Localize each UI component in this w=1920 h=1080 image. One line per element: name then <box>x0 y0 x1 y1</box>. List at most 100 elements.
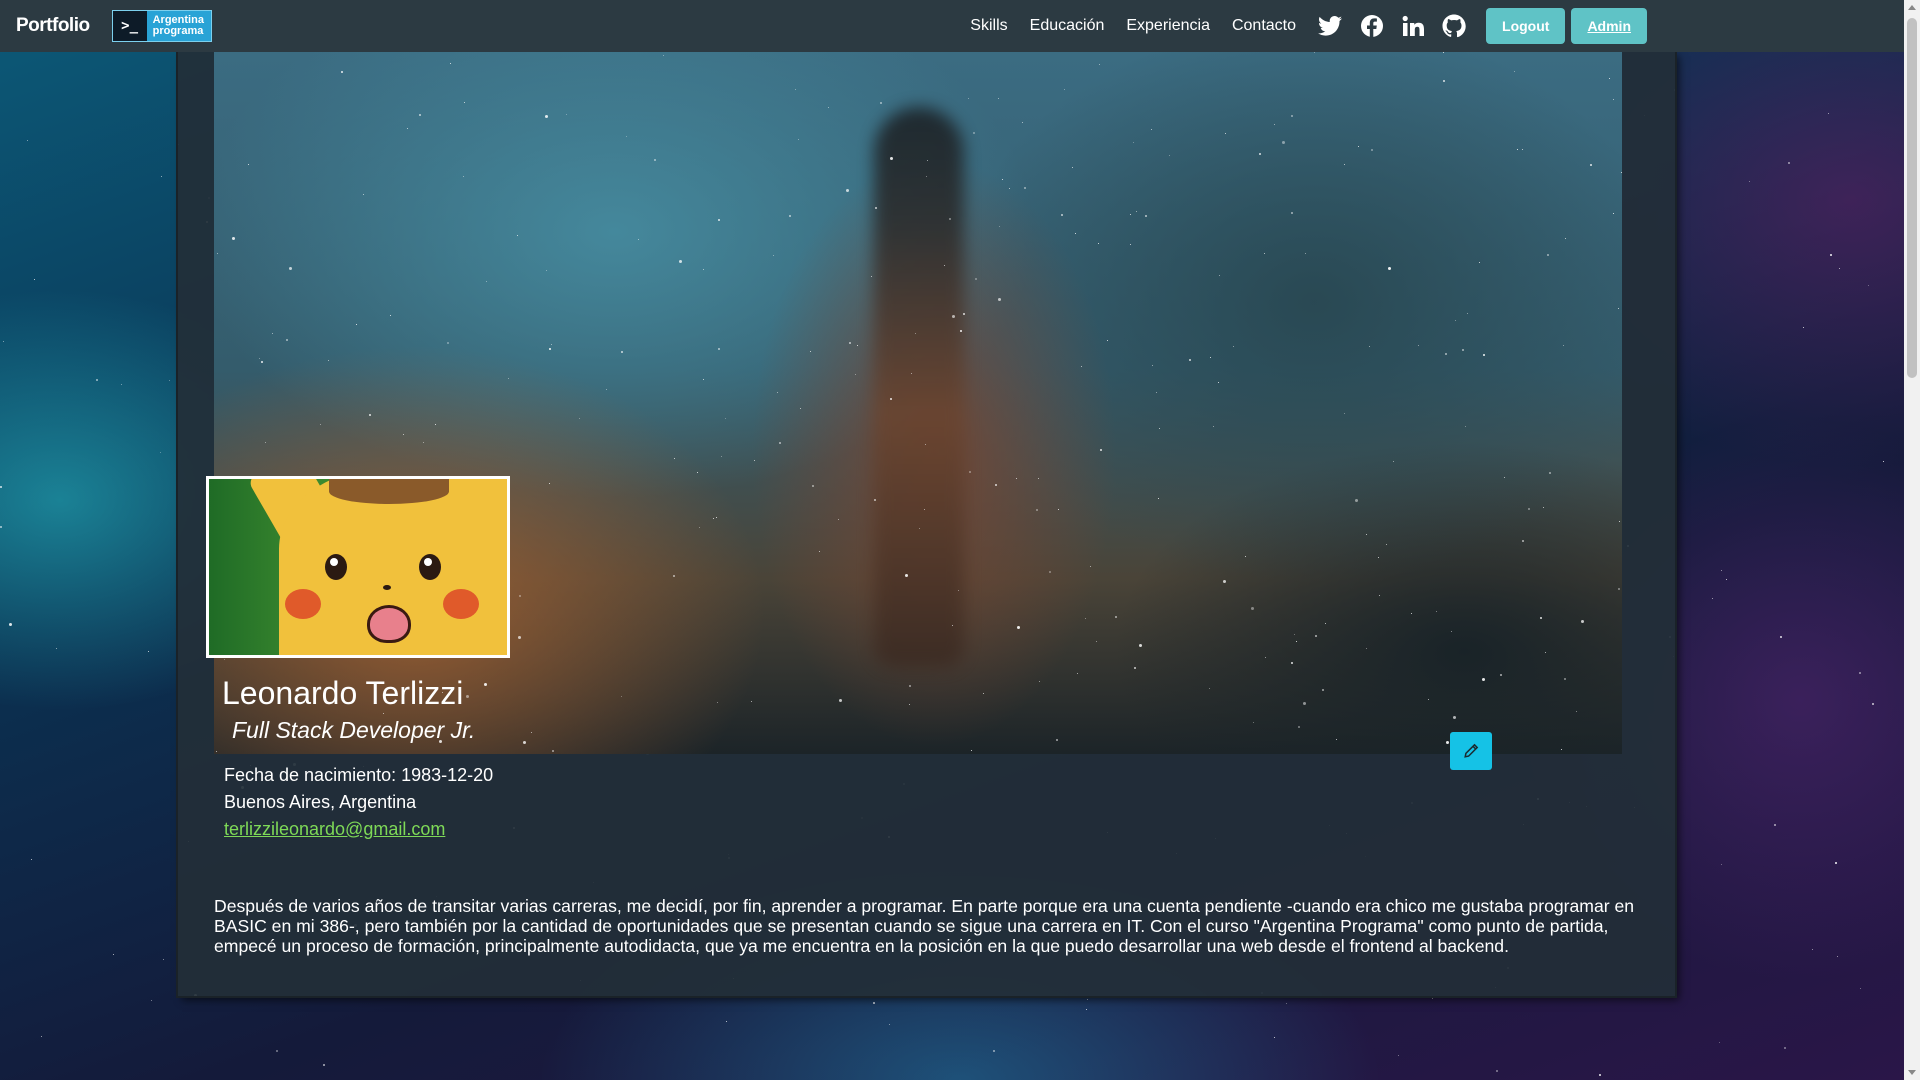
star <box>1712 598 1713 599</box>
email-link[interactable]: terlizzileonardo@gmail.com <box>224 819 445 839</box>
star <box>1859 672 1861 674</box>
star <box>999 226 1000 227</box>
star <box>846 189 849 192</box>
star <box>1158 498 1159 499</box>
star <box>789 215 791 217</box>
star <box>1386 544 1387 545</box>
star <box>606 389 607 390</box>
star <box>798 139 799 140</box>
nav-links: Skills Educación Experiencia Contacto <box>970 17 1296 35</box>
star <box>341 71 343 73</box>
nav-link-skills[interactable]: Skills <box>970 17 1007 35</box>
star <box>1830 254 1832 256</box>
star <box>1451 631 1452 632</box>
star <box>1576 711 1577 712</box>
star <box>161 176 162 177</box>
star <box>673 575 675 577</box>
admin-button[interactable]: Admin <box>1571 8 1647 44</box>
star <box>1156 392 1157 393</box>
star <box>1130 214 1131 215</box>
star <box>151 1000 152 1001</box>
star <box>995 484 997 486</box>
star <box>754 460 755 461</box>
star <box>531 732 532 733</box>
star <box>369 414 371 416</box>
star <box>1443 80 1445 82</box>
star <box>874 499 876 501</box>
nav-link-experiencia[interactable]: Experiencia <box>1126 17 1210 35</box>
star <box>261 361 263 363</box>
star <box>849 342 851 344</box>
star <box>911 373 912 374</box>
star <box>1355 499 1358 502</box>
star <box>828 107 829 108</box>
star <box>927 160 928 161</box>
star <box>875 207 877 209</box>
star <box>1872 703 1874 705</box>
scrollbar[interactable] <box>1904 0 1920 1080</box>
star <box>1209 688 1210 689</box>
nav-link-contacto[interactable]: Contacto <box>1232 17 1296 35</box>
star <box>621 696 622 697</box>
star <box>276 1050 278 1052</box>
social-links <box>1318 14 1466 38</box>
facebook-icon[interactable] <box>1360 14 1384 38</box>
star <box>1565 238 1566 239</box>
star <box>1061 214 1063 216</box>
star <box>1024 187 1026 189</box>
star <box>546 270 547 271</box>
star <box>703 269 704 270</box>
star <box>0 486 2 488</box>
star <box>1223 580 1226 583</box>
star <box>363 194 364 195</box>
star <box>1115 616 1117 618</box>
star <box>1325 623 1326 624</box>
star <box>1378 557 1379 558</box>
star <box>1883 461 1884 462</box>
about-text: Después de varios años de transitar vari… <box>214 895 1635 956</box>
star <box>169 380 170 381</box>
star <box>857 345 858 346</box>
star <box>1564 678 1566 680</box>
star <box>1788 162 1790 164</box>
star <box>31 859 32 860</box>
star <box>0 526 2 528</box>
edit-button[interactable] <box>1450 732 1492 770</box>
star <box>663 55 664 56</box>
star <box>998 298 1001 301</box>
profile-role: Full Stack Developer Jr. <box>232 717 476 743</box>
star <box>463 176 464 177</box>
star <box>855 374 856 375</box>
brand-title[interactable]: Portfolio <box>16 15 90 37</box>
star <box>1274 124 1275 125</box>
star <box>1264 253 1265 254</box>
linkedin-icon[interactable] <box>1402 15 1425 37</box>
logout-button[interactable]: Logout <box>1486 8 1566 44</box>
twitter-icon[interactable] <box>1318 16 1343 36</box>
star <box>810 351 811 352</box>
star <box>721 456 722 457</box>
avatar-image <box>209 479 507 655</box>
star <box>697 472 698 473</box>
github-icon[interactable] <box>1442 14 1466 38</box>
star <box>975 278 977 280</box>
nav-link-educacion[interactable]: Educación <box>1030 17 1105 35</box>
profile-name: Leonardo Terlizzi <box>222 675 464 711</box>
star <box>1139 644 1142 647</box>
star <box>1369 346 1370 347</box>
scroll-thumb[interactable] <box>1907 18 1917 378</box>
star <box>517 235 518 236</box>
profile-info: Fecha de nacimiento: 1983-12-20 Buenos A… <box>224 762 493 843</box>
star <box>1169 155 1170 156</box>
star <box>1828 113 1829 114</box>
scroll-down-arrow[interactable] <box>1908 1070 1916 1075</box>
star <box>983 693 984 694</box>
logo-text: Argentina programa <box>153 15 204 37</box>
star <box>1868 285 1869 286</box>
star <box>773 255 774 256</box>
star <box>1726 579 1727 580</box>
scroll-up-arrow[interactable] <box>1908 5 1916 10</box>
star <box>508 378 509 379</box>
star <box>1543 507 1544 508</box>
star <box>1803 327 1804 328</box>
